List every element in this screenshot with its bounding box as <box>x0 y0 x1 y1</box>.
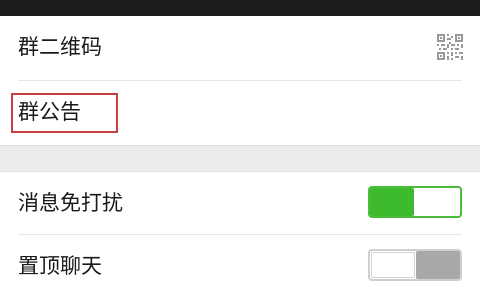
section-gap <box>0 145 480 172</box>
toggle-knob <box>371 252 415 278</box>
toggle-track-fill <box>416 251 460 279</box>
highlight-box <box>11 93 118 133</box>
mute-notifications-toggle[interactable] <box>368 186 462 218</box>
qr-code-icon <box>437 34 463 60</box>
mute-notifications-label: 消息免打扰 <box>18 191 123 215</box>
status-bar <box>0 0 480 16</box>
group-qr-code-label: 群二维码 <box>18 35 102 59</box>
group-announcement-row[interactable]: 群公告 <box>0 81 480 145</box>
pin-chat-label: 置顶聊天 <box>18 254 102 278</box>
group-qr-code-row[interactable]: 群二维码 <box>0 16 480 80</box>
pin-chat-toggle[interactable] <box>368 249 462 281</box>
toggle-track-fill <box>370 188 414 216</box>
pin-chat-row[interactable]: 置顶聊天 <box>0 235 480 300</box>
mute-notifications-row[interactable]: 消息免打扰 <box>0 172 480 234</box>
toggle-knob <box>415 189 459 215</box>
